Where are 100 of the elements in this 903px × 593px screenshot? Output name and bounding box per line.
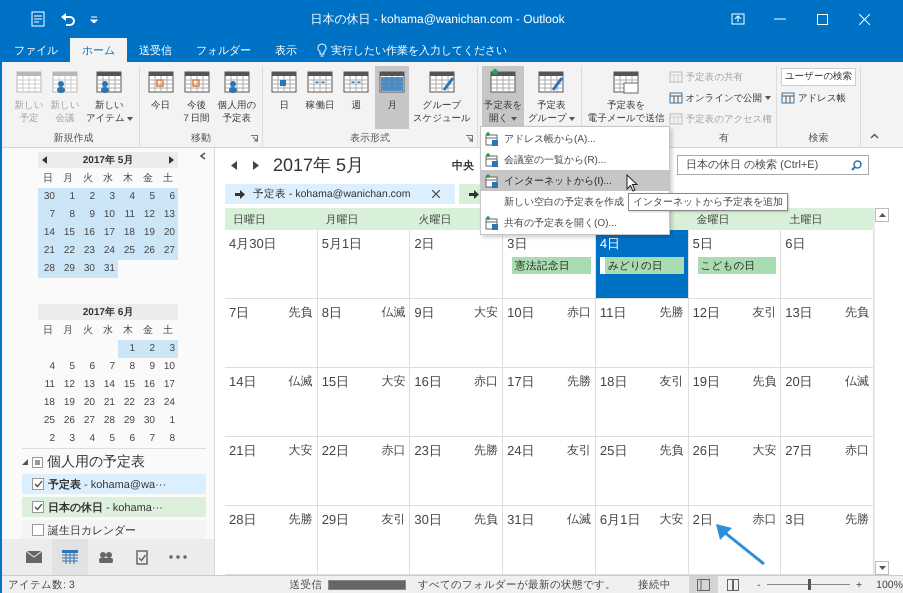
day-cell[interactable]: 31日 仏滅 xyxy=(503,506,596,575)
mini-calendar-day[interactable]: 28 xyxy=(38,260,58,278)
day-cell[interactable]: 23日 先勝 xyxy=(410,437,504,506)
ribbon-button[interactable]: グループ スケジュール xyxy=(411,66,473,129)
ribbon-tab[interactable]: 表示 xyxy=(263,38,309,62)
mini-calendar-day[interactable]: 28 xyxy=(98,412,118,430)
zoom-in-button[interactable]: + xyxy=(856,578,862,590)
mini-calendar-day[interactable]: 25 xyxy=(118,242,138,260)
mini-calendar-day[interactable]: 16 xyxy=(78,224,98,242)
people-search-field[interactable]: ユーザーの検索 xyxy=(780,68,856,86)
calendar-folder-item[interactable]: 日本の休日 - kohama··· xyxy=(22,497,206,517)
mini-calendar-day[interactable]: 30 xyxy=(138,412,158,430)
menu-item[interactable]: インターネットから(I)... xyxy=(481,170,669,191)
mini-calendar-day[interactable]: 7 xyxy=(38,206,58,224)
mini-calendar-day[interactable]: 9 xyxy=(78,206,98,224)
mini-calendar-day[interactable]: 26 xyxy=(138,242,158,260)
day-cell[interactable]: 4日 みどりの日 xyxy=(596,230,689,299)
mini-calendar-day[interactable]: 15 xyxy=(58,224,78,242)
mini-calendar-day[interactable]: 17 xyxy=(158,376,178,394)
mini-calendar-day[interactable]: 29 xyxy=(118,412,138,430)
mini-calendar-day[interactable]: 2 xyxy=(38,430,58,448)
mini-calendar-day[interactable]: 12 xyxy=(58,376,78,394)
day-cell[interactable]: 6月1日 大安 xyxy=(596,506,689,575)
mini-calendar-day[interactable]: 20 xyxy=(158,224,178,242)
mini-calendar-day[interactable]: 30 xyxy=(38,188,58,206)
mini-calendar-day[interactable]: 24 xyxy=(158,394,178,412)
mini-calendar-day[interactable]: 5 xyxy=(58,358,78,376)
mini-calendar-day[interactable]: 27 xyxy=(158,242,178,260)
day-cell[interactable]: 10日 赤口 xyxy=(503,299,596,368)
mini-calendar-day[interactable]: 20 xyxy=(78,394,98,412)
day-cell[interactable]: 27日 赤口 xyxy=(781,437,874,506)
menu-item[interactable]: 共有の予定表を開く(O)... xyxy=(481,212,669,233)
calendar-group-label[interactable]: 個人用の予定表 xyxy=(47,453,145,471)
ribbon-button[interactable]: アドレス帳 xyxy=(780,89,856,107)
day-cell[interactable]: 19日 先負 xyxy=(688,368,782,437)
ribbon-button[interactable]: 稼働日 xyxy=(303,66,338,129)
mini-calendar-day[interactable]: 24 xyxy=(98,242,118,260)
day-cell[interactable]: 22日 赤口 xyxy=(318,437,410,506)
day-cell[interactable]: 9日 大安 xyxy=(410,299,504,368)
mini-calendar-day[interactable]: 4 xyxy=(38,358,58,376)
day-cell[interactable]: 26日 大安 xyxy=(688,437,782,506)
mini-calendar-day[interactable]: 5 xyxy=(138,188,158,206)
ribbon-tab[interactable]: フォルダー xyxy=(184,38,263,62)
zoom-out-button[interactable]: - xyxy=(757,578,761,590)
day-cell[interactable]: 30日 先負 xyxy=(410,506,504,575)
mini-calendar-day[interactable]: 15 xyxy=(118,376,138,394)
mini-calendar-day[interactable]: 6 xyxy=(78,358,98,376)
calendar-folder-item[interactable]: 予定表 - kohama@wa··· xyxy=(22,474,206,494)
day-cell[interactable]: 18日 友引 xyxy=(596,368,689,437)
ribbon-tab[interactable]: ホーム xyxy=(70,38,127,62)
mini-calendar-day[interactable]: 3 xyxy=(98,188,118,206)
mini-calendar-day[interactable]: 31 xyxy=(98,260,118,278)
ribbon-tab[interactable]: 送受信 xyxy=(127,38,184,62)
day-cell[interactable]: 11日 先勝 xyxy=(596,299,689,368)
mini-calendar-day[interactable]: 6 xyxy=(118,430,138,448)
day-cell[interactable]: 25日 先負 xyxy=(596,437,689,506)
mini-calendar-day[interactable]: 21 xyxy=(98,394,118,412)
day-cell[interactable]: 29日 友引 xyxy=(318,506,410,575)
day-cell[interactable]: 14日 仏滅 xyxy=(225,368,318,437)
mini-calendar-day[interactable]: 10 xyxy=(98,206,118,224)
day-cell[interactable]: 20日 仏滅 xyxy=(781,368,874,437)
mini-calendar-day[interactable]: 10 xyxy=(158,358,178,376)
ribbon-tab[interactable]: ファイル xyxy=(2,38,70,62)
mini-calendar-day[interactable]: 19 xyxy=(138,224,158,242)
ribbon-button[interactable]: 予定表 グループ xyxy=(526,66,577,129)
mini-calendar-day[interactable]: 3 xyxy=(158,340,178,358)
calendar-tab[interactable]: 予定表 - kohama@wanichan.com xyxy=(225,184,455,204)
day-cell[interactable]: 12日 友引 xyxy=(688,299,782,368)
mini-calendar-day[interactable]: 18 xyxy=(38,394,58,412)
holiday-event[interactable]: みどりの日 xyxy=(600,257,684,274)
mini-calendar-day[interactable]: 9 xyxy=(138,358,158,376)
day-cell[interactable]: 2日 赤口 xyxy=(688,506,782,575)
mini-calendar-day[interactable]: 6 xyxy=(158,188,178,206)
day-cell[interactable]: 4月30日 xyxy=(225,230,318,299)
mini-calendar-day[interactable]: 2 xyxy=(78,188,98,206)
mini-calendar-day[interactable]: 4 xyxy=(118,188,138,206)
day-cell[interactable]: 3日 先勝 xyxy=(781,506,874,575)
ribbon-button[interactable]: オンラインで公開 xyxy=(668,89,772,107)
mini-calendar-day[interactable]: 8 xyxy=(158,430,178,448)
mini-calendar-day[interactable]: 23 xyxy=(78,242,98,260)
day-cell[interactable]: 28日 先勝 xyxy=(225,506,318,575)
mini-calendar-day[interactable]: 14 xyxy=(38,224,58,242)
mini-calendar-day[interactable]: 26 xyxy=(58,412,78,430)
day-cell[interactable]: 24日 友引 xyxy=(503,437,596,506)
day-cell[interactable]: 6日 xyxy=(781,230,874,299)
mini-calendar-day[interactable]: 25 xyxy=(38,412,58,430)
ribbon-button[interactable]: 今日 xyxy=(144,66,178,129)
day-cell[interactable]: 16日 赤口 xyxy=(410,368,504,437)
day-cell[interactable]: 13日 先負 xyxy=(781,299,874,368)
mini-calendar-day[interactable]: 12 xyxy=(138,206,158,224)
mini-calendar-day[interactable]: 16 xyxy=(138,376,158,394)
ribbon-button[interactable]: 予定表を 電子メールで送信 xyxy=(586,66,667,129)
menu-item[interactable]: アドレス帳から(A)... xyxy=(481,128,669,149)
mini-calendar-day[interactable]: 13 xyxy=(158,206,178,224)
mini-calendar-day[interactable]: 17 xyxy=(98,224,118,242)
mini-calendar-day[interactable]: 30 xyxy=(78,260,98,278)
mini-calendar-day[interactable]: 22 xyxy=(118,394,138,412)
mini-calendar-day[interactable]: 23 xyxy=(138,394,158,412)
mini-calendar-day[interactable]: 8 xyxy=(58,206,78,224)
day-cell[interactable]: 5日 こどもの日 xyxy=(688,230,782,299)
